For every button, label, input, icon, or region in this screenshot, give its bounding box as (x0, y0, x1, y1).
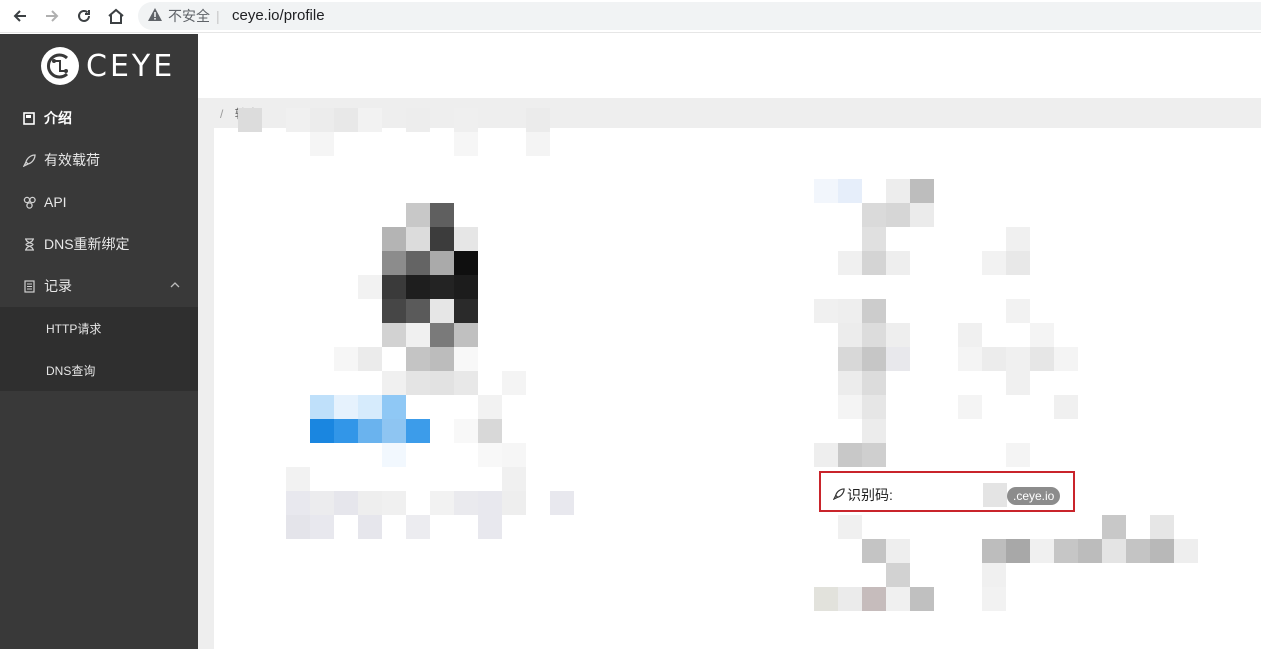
subitem-label: DNS查询 (46, 363, 96, 378)
sidebar-item-intro[interactable]: 介绍 (0, 97, 198, 139)
arrow-right-icon[interactable] (40, 4, 64, 28)
address-bar[interactable]: 不安全 | ceye.io/profile (138, 2, 1261, 30)
profile-content (214, 128, 1261, 649)
api-icon (22, 195, 36, 209)
rocket-icon (22, 153, 36, 167)
records-submenu: HTTP请求 DNS查询 (0, 307, 198, 391)
sidebar-subitem-http-requests[interactable]: HTTP请求 (0, 307, 198, 349)
sidebar-item-records[interactable]: 记录 (0, 265, 198, 307)
sidebar-item-label: 介绍 (44, 110, 72, 126)
header-area (198, 34, 1261, 98)
reload-icon[interactable] (72, 4, 96, 28)
url-text[interactable]: ceye.io/profile (232, 7, 325, 24)
sidebar-item-payloads[interactable]: 有效载荷 (0, 139, 198, 181)
sidebar-item-label: 有效载荷 (44, 152, 100, 168)
security-indicator[interactable]: 不安全 | (148, 8, 220, 24)
ceye-logo-icon (41, 47, 79, 85)
divider: | (216, 8, 220, 24)
sidebar-item-label: 记录 (44, 278, 72, 294)
chevron-up-icon[interactable] (170, 279, 180, 291)
sidebar-item-dns-rebinding[interactable]: DNS重新绑定 (0, 223, 198, 265)
security-text: 不安全 (168, 8, 210, 24)
sidebar: CEYE 介绍 有效载荷 API DNS重新绑定 记录 HTTP请求 DNS查询 (0, 34, 198, 649)
sidebar-item-label: DNS重新绑定 (44, 236, 130, 252)
sidebar-item-label: API (44, 194, 67, 210)
redacted-identifier (983, 483, 1007, 507)
warning-icon (148, 8, 162, 24)
sidebar-subitem-dns-queries[interactable]: DNS查询 (0, 349, 198, 391)
sidebar-item-api[interactable]: API (0, 181, 198, 223)
identifier-label: 识别码: (832, 485, 893, 505)
book-icon (22, 111, 36, 125)
breadcrumb-separator: / (220, 107, 224, 121)
arrow-left-icon[interactable] (8, 4, 32, 28)
browser-toolbar: 不安全 | ceye.io/profile (0, 0, 1261, 33)
hourglass-icon (22, 237, 36, 251)
logo[interactable]: CEYE (40, 44, 175, 88)
rocket-icon (832, 487, 845, 503)
identifier-highlight: 识别码: .ceye.io (819, 471, 1075, 512)
identifier-domain-badge[interactable]: .ceye.io (1007, 487, 1061, 505)
subitem-label: HTTP请求 (46, 321, 102, 336)
sidebar-menu: 介绍 有效载荷 API DNS重新绑定 记录 HTTP请求 DNS查询 (0, 97, 198, 391)
content-gutter (198, 128, 214, 649)
home-icon[interactable] (104, 4, 128, 28)
logo-text: CEYE (86, 48, 176, 84)
identifier-label-text: 识别码: (847, 487, 893, 503)
list-icon (22, 279, 36, 293)
